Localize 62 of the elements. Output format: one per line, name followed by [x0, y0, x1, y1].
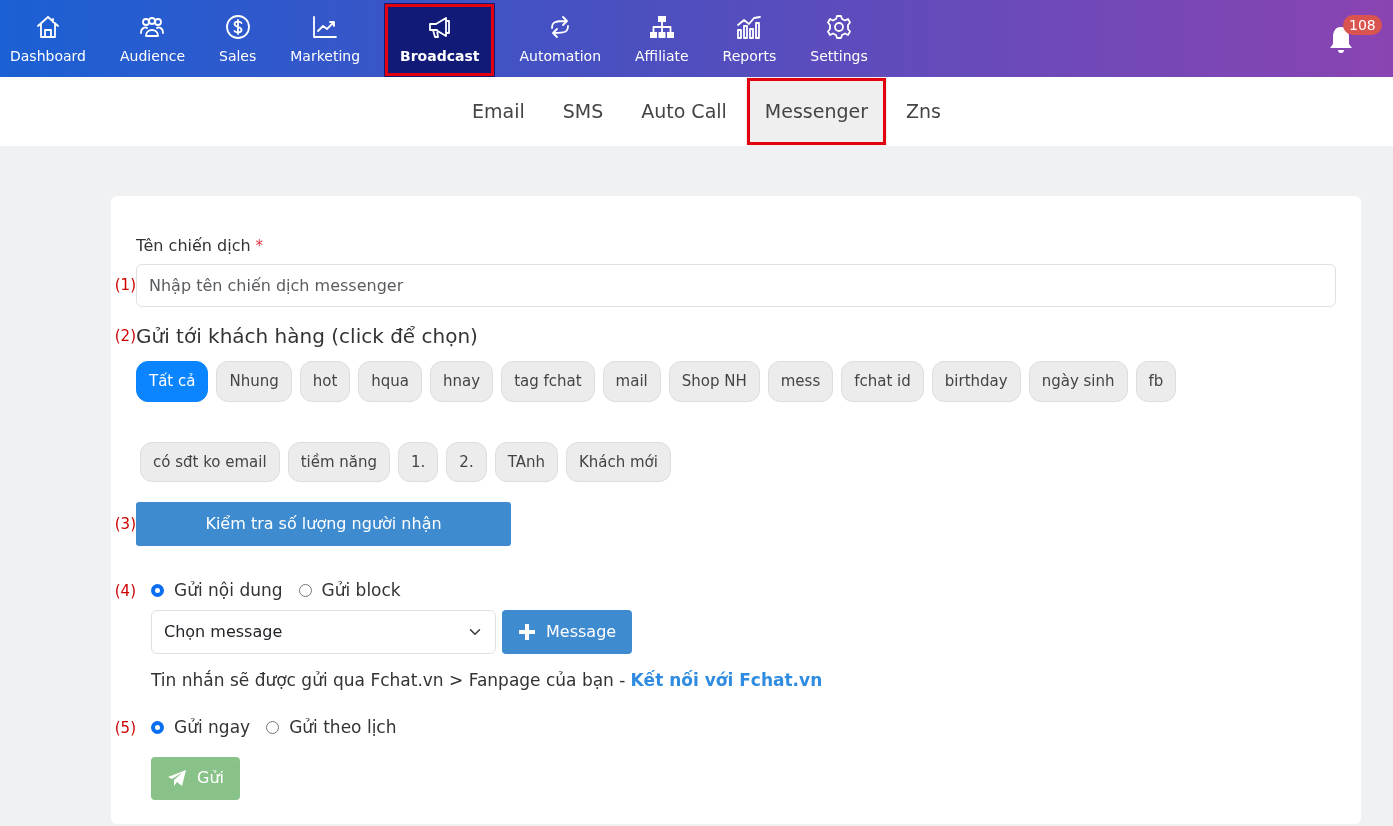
tag-chip[interactable]: hqua	[358, 361, 423, 402]
required-asterisk: *	[255, 237, 263, 255]
house-icon	[34, 13, 62, 40]
line-chart-icon	[311, 13, 340, 40]
tag-chip[interactable]: birthday	[931, 361, 1021, 402]
settings-icon	[825, 13, 853, 40]
tag-chip[interactable]: Tất cả	[136, 361, 209, 402]
tag-chip[interactable]: 1.	[398, 441, 439, 482]
step-number: (4)	[113, 580, 136, 602]
campaign-name-field[interactable]: Nhập tên chiến dịch messenger	[136, 264, 1336, 307]
tag-chip[interactable]: fchat id	[841, 361, 924, 402]
field-label: Tên chiến dịch	[136, 236, 251, 255]
tag-chip[interactable]: 2.	[446, 441, 487, 482]
tag-chip[interactable]: Nhung	[216, 361, 292, 402]
notification-count: 108	[1343, 15, 1382, 35]
step-number: (2)	[113, 325, 136, 347]
sub-tab[interactable]: Messenger	[745, 77, 888, 146]
note-text: Tin nhắn sẽ được gửi qua Fchat.vn > Fanpage của bạn -	[151, 668, 626, 692]
nav-tab[interactable]: Dashboard	[0, 3, 96, 77]
hierarchy-icon	[647, 13, 676, 40]
nav-tab[interactable]: Settings	[800, 3, 878, 77]
radio-button[interactable]	[151, 584, 164, 598]
tag-chip[interactable]: tiềm năng	[287, 441, 391, 482]
message-select[interactable]: Chọn message	[151, 609, 496, 654]
nav-tab[interactable]: Sales	[209, 3, 267, 77]
nav-tab[interactable]: Audience	[109, 3, 195, 77]
plus-icon	[518, 622, 536, 641]
sub-tab[interactable]: SMS	[543, 77, 623, 146]
tag-chip[interactable]: Shop NH	[668, 361, 760, 402]
tag-chip[interactable]: mess	[767, 361, 834, 402]
tag-chip[interactable]: ngày sinh	[1028, 361, 1128, 402]
tag-chip[interactable]: Khách mới	[565, 441, 671, 482]
nav-tab[interactable]: Affiliate	[625, 3, 699, 77]
nav-tab[interactable]: Automation	[509, 3, 612, 77]
tag-chip[interactable]: mail	[602, 361, 661, 402]
radio-option[interactable]: Gửi theo lịch	[266, 715, 397, 741]
tag-chip[interactable]: tag fchat	[501, 361, 595, 402]
bar-chart-icon	[735, 13, 764, 40]
nav-tab[interactable]: Broadcast	[384, 3, 496, 77]
radio-option[interactable]: Gửi block	[298, 578, 401, 604]
step-number: (5)	[113, 717, 136, 739]
tag-chip[interactable]: hnay	[430, 361, 494, 402]
add-message-button[interactable]: Message	[502, 609, 633, 654]
tag-chip[interactable]: TAnh	[494, 441, 558, 482]
dollar-icon	[223, 13, 252, 40]
radio-option[interactable]: Gửi ngay	[151, 715, 251, 741]
check-recipients-button[interactable]: Kiểm tra số lượng người nhận	[136, 502, 511, 546]
step-number: (1)	[113, 275, 136, 297]
radio-button[interactable]	[151, 721, 164, 735]
paper-plane-icon	[167, 769, 187, 787]
sub-tab[interactable]: Email	[453, 77, 544, 146]
nav-tab[interactable]: Reports	[712, 3, 787, 77]
tag-chip[interactable]: fb	[1135, 361, 1177, 402]
step-number: (3)	[113, 513, 136, 535]
sub-tab[interactable]: Auto Call	[622, 77, 746, 146]
tag-chip[interactable]: hot	[299, 361, 351, 402]
tag-chip[interactable]: có sđt ko email	[140, 441, 280, 482]
radio-option[interactable]: Gửi nội dung	[151, 578, 283, 604]
nav-tab[interactable]: Marketing	[280, 3, 371, 77]
fchat-link[interactable]: Kết nối với Fchat.vn	[630, 667, 823, 693]
section-heading: Gửi tới khách hàng (click để chọn)	[136, 323, 479, 350]
sub-tab[interactable]: Zns	[887, 77, 960, 146]
